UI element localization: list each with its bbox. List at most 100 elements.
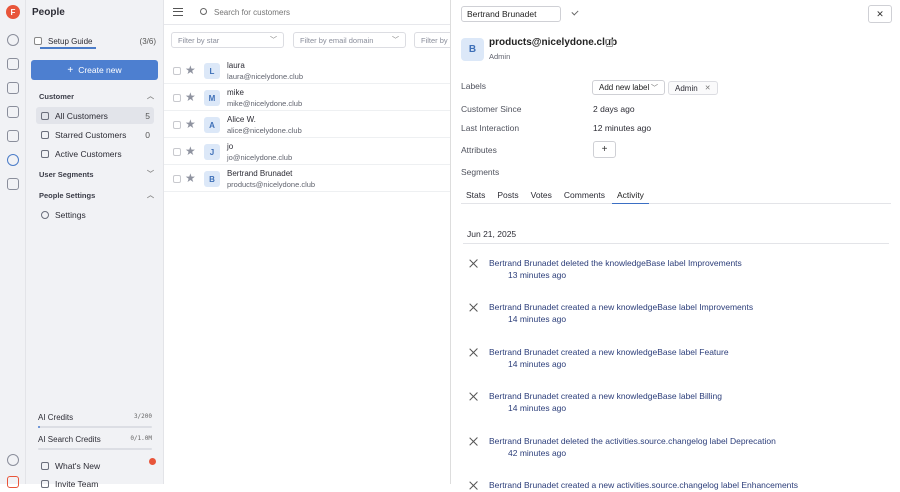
user-segments-header[interactable]: User Segments ﹀ bbox=[39, 169, 154, 179]
customer-since-value: 2 days ago bbox=[593, 104, 635, 114]
chevron-down-icon: ﹀ bbox=[651, 84, 658, 92]
customer-name: laura bbox=[227, 61, 245, 70]
remove-tag-icon[interactable]: ✕ bbox=[705, 84, 711, 92]
activity-time: 13 minutes ago bbox=[508, 270, 567, 280]
close-button[interactable]: ✕ bbox=[868, 5, 892, 23]
activity-time: 42 minutes ago bbox=[508, 448, 567, 458]
whats-new-button[interactable]: What's New bbox=[36, 457, 154, 474]
table-row[interactable]: ★ L laura laura@nicelydone.club bbox=[164, 57, 450, 84]
tab-comments[interactable]: Comments bbox=[559, 186, 610, 204]
activity-time: 14 minutes ago bbox=[508, 314, 567, 324]
setup-guide[interactable]: Setup Guide (3/6) bbox=[34, 34, 156, 48]
table-row[interactable]: ★ J jo jo@nicelydone.club bbox=[164, 138, 450, 165]
people-settings-label: People Settings bbox=[39, 190, 96, 200]
user-avatar-icon[interactable] bbox=[7, 476, 19, 488]
activity-icon bbox=[469, 348, 478, 357]
top-bar bbox=[164, 0, 450, 25]
customer-name: Bertrand Brunadet bbox=[227, 169, 293, 178]
gear-icon[interactable] bbox=[7, 454, 19, 466]
table-row[interactable]: ★ A Alice W. alice@nicelydone.club bbox=[164, 111, 450, 138]
tab-activity[interactable]: Activity bbox=[612, 186, 649, 204]
chevron-down-icon: ﹀ bbox=[392, 37, 399, 44]
customer-email: products@nicelydone.club bbox=[227, 180, 316, 189]
layers-icon[interactable] bbox=[7, 58, 19, 70]
sidebar-item-starred-customers[interactable]: Starred Customers 0 bbox=[36, 126, 154, 143]
chevron-down-icon: ﹀ bbox=[147, 171, 154, 178]
label-tag-text: Admin bbox=[675, 83, 698, 93]
customer-list-area: Filter by star ﹀ Filter by email domain … bbox=[164, 0, 454, 484]
last-interaction-label: Last Interaction bbox=[461, 123, 520, 133]
whats-new-label: What's New bbox=[55, 460, 101, 471]
sidebar-item-settings[interactable]: Settings bbox=[36, 206, 154, 223]
filter-label: Filter by star bbox=[178, 35, 220, 45]
table-row[interactable]: ★ M mike mike@nicelydone.club bbox=[164, 84, 450, 111]
star-icon[interactable]: ★ bbox=[185, 117, 196, 131]
sidebar-item-label: Active Customers bbox=[55, 148, 122, 159]
activity-icon bbox=[469, 259, 478, 268]
ai-credits-bar-fill bbox=[38, 426, 41, 428]
chat-icon[interactable] bbox=[7, 178, 19, 190]
copy-icon[interactable] bbox=[606, 39, 613, 47]
close-icon: ✕ bbox=[876, 8, 884, 19]
activity-text: Bertrand Brunadet deleted the knowledgeB… bbox=[489, 258, 742, 268]
row-checkbox[interactable] bbox=[173, 148, 181, 156]
filter-by-star[interactable]: Filter by star ﹀ bbox=[171, 32, 284, 48]
activity-text: Bertrand Brunadet deleted the activities… bbox=[489, 436, 776, 446]
star-icon[interactable]: ★ bbox=[185, 90, 196, 104]
guide-checkbox-icon bbox=[34, 37, 42, 45]
add-label-dropdown[interactable]: Add new label ﹀ bbox=[592, 80, 665, 95]
people-settings-header[interactable]: People Settings ︿ bbox=[39, 190, 154, 200]
people-icon[interactable] bbox=[7, 154, 19, 166]
filter-by-company[interactable]: Filter by c bbox=[414, 32, 454, 48]
tab-posts[interactable]: Posts bbox=[492, 186, 523, 204]
check-icon[interactable] bbox=[571, 8, 579, 16]
add-attribute-button[interactable]: + bbox=[593, 141, 616, 158]
customer-section-label: Customer bbox=[39, 91, 75, 101]
row-checkbox[interactable] bbox=[173, 175, 181, 183]
sidebar-item-count: 0 bbox=[145, 129, 150, 140]
ai-credits-bar bbox=[38, 426, 152, 428]
users-icon bbox=[41, 111, 49, 120]
search-input[interactable] bbox=[214, 5, 414, 20]
activity-text: Bertrand Brunadet created a new knowledg… bbox=[489, 391, 722, 401]
customer-email: alice@nicelydone.club bbox=[227, 126, 302, 135]
tab-votes[interactable]: Votes bbox=[526, 186, 557, 204]
avatar: B bbox=[204, 171, 220, 187]
table-row[interactable]: ★ B Bertrand Brunadet products@nicelydon… bbox=[164, 165, 450, 192]
sidebar-item-label: Settings bbox=[55, 209, 86, 220]
row-checkbox[interactable] bbox=[173, 94, 181, 102]
tab-stats[interactable]: Stats bbox=[461, 186, 490, 204]
sidebar-item-all-customers[interactable]: All Customers 5 bbox=[36, 107, 154, 124]
star-icon[interactable]: ★ bbox=[185, 171, 196, 185]
search-icon[interactable] bbox=[7, 34, 19, 46]
star-icon[interactable]: ★ bbox=[185, 63, 196, 77]
roadmap-icon[interactable] bbox=[7, 106, 19, 118]
sidebar-item-label: All Customers bbox=[55, 110, 108, 121]
row-checkbox[interactable] bbox=[173, 121, 181, 129]
add-label-text: Add new label bbox=[599, 83, 650, 92]
megaphone-icon[interactable] bbox=[7, 82, 19, 94]
row-checkbox[interactable] bbox=[173, 67, 181, 75]
label-tag: Admin ✕ bbox=[668, 81, 718, 95]
filter-by-email-domain[interactable]: Filter by email domain ﹀ bbox=[293, 32, 406, 48]
activity-icon bbox=[469, 481, 478, 490]
filter-label: Filter by email domain bbox=[300, 35, 374, 45]
customer-section-header[interactable]: Customer ︿ bbox=[39, 91, 154, 101]
plus-icon: + bbox=[601, 144, 608, 155]
book-icon[interactable] bbox=[7, 130, 19, 142]
filter-label: Filter by c bbox=[421, 35, 454, 45]
customer-name: jo bbox=[227, 142, 234, 151]
star-icon[interactable]: ★ bbox=[185, 144, 196, 158]
sidebar-item-active-customers[interactable]: Active Customers bbox=[36, 145, 154, 162]
gift-icon bbox=[41, 461, 49, 470]
app-logo[interactable]: F bbox=[6, 5, 20, 19]
create-new-button[interactable]: + Create new bbox=[31, 60, 158, 80]
customer-since-label: Customer Since bbox=[461, 104, 522, 114]
sidebar: People Setup Guide (3/6) + Create new Cu… bbox=[26, 0, 164, 489]
customer-name-field[interactable] bbox=[461, 6, 561, 22]
create-new-label: Create new bbox=[78, 65, 122, 75]
ai-credits: AI Credits 3/200 bbox=[38, 413, 152, 422]
labels-label: Labels bbox=[461, 81, 487, 91]
notification-dot bbox=[149, 458, 156, 465]
menu-icon[interactable] bbox=[173, 8, 183, 16]
